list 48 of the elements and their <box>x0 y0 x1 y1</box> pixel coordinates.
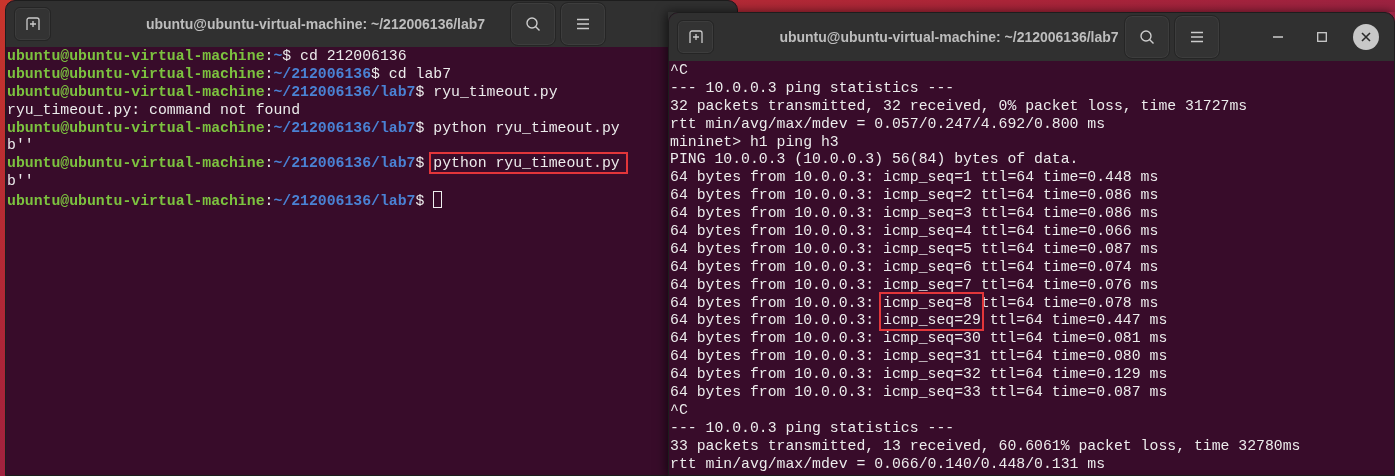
menu-icon <box>1190 31 1204 43</box>
prompt-line: ubuntu@ubuntu-virtual-machine:~$ cd 212006136 <box>7 48 407 66</box>
new-tab-button[interactable] <box>677 20 714 54</box>
output-line: ^C <box>670 62 688 80</box>
prompt-line: ubuntu@ubuntu-virtual-machine:~/212006136$ cd lab7 <box>7 65 452 84</box>
output-line: 64 bytes from 10.0.0.3: icmp_seq=3 ttl=64 time=0.086 ms <box>670 205 1159 223</box>
menu-icon <box>576 18 590 30</box>
search-button[interactable] <box>1124 15 1170 59</box>
search-icon <box>525 16 541 32</box>
output-line: 64 bytes from 10.0.0.3: icmp_seq=4 ttl=64 time=0.066 ms <box>670 223 1159 241</box>
output-line: 64 bytes from 10.0.0.3: icmp_seq=7 ttl=64 time=0.076 ms <box>670 276 1159 295</box>
prompt-line: ubuntu@ubuntu-virtual-machine:~/212006136/lab7$ <box>7 191 443 209</box>
menu-button[interactable] <box>1174 15 1220 59</box>
output-line: b'' <box>7 137 34 156</box>
output-line: --- 10.0.0.3 ping statistics --- <box>670 419 955 438</box>
prompt-line: ubuntu@ubuntu-virtual-machine:~/212006136/lab7$ ryu_timeout.py <box>7 83 558 102</box>
output-line: rtt min/avg/max/mdev = 0.066/0.140/0.448/0.131 ms <box>670 455 1106 474</box>
output-line: 64 bytes from 10.0.0.3: icmp_seq=33 ttl=64 time=0.087 ms <box>670 384 1168 402</box>
output-line: rtt min/avg/max/mdev = 0.057/0.247/4.692/0.800 ms <box>670 115 1106 134</box>
new-tab-button[interactable] <box>14 7 51 41</box>
output-line: 64 bytes from 10.0.0.3: icmp_seq=31 ttl=64 time=0.080 ms <box>670 348 1168 367</box>
output-line: 33 packets transmitted, 13 received, 60.6061% packet loss, time 32780ms <box>670 437 1301 456</box>
output-line: 64 bytes from 10.0.0.3: icmp_seq=29 ttl=64 time=0.447 ms <box>670 312 1168 331</box>
output-line: ryu_timeout.py: command not found <box>7 101 301 120</box>
output-line: 64 bytes from 10.0.0.3: icmp_seq=30 ttl=64 time=0.081 ms <box>670 330 1168 349</box>
output-line: 64 bytes from 10.0.0.3: icmp_seq=1 ttl=64 time=0.448 ms <box>670 169 1159 188</box>
prompt-line: ubuntu@ubuntu-virtual-machine:~/212006136/lab7$ python ryu_timeout.py <box>7 155 620 174</box>
window-title: ubuntu@ubuntu-virtual-machine: ~/212006136/lab7 <box>145 16 486 32</box>
new-tab-icon <box>687 29 704 45</box>
menu-button[interactable] <box>560 2 606 46</box>
minimize-icon <box>1273 36 1283 38</box>
output-line: mininet> h1 ping h3 <box>670 133 839 152</box>
search-icon <box>1139 29 1155 45</box>
output-line: PING 10.0.0.3 (10.0.0.3) 56(84) bytes of data. <box>670 151 1079 170</box>
output-line: 64 bytes from 10.0.0.3: icmp_seq=32 ttl=64 time=0.129 ms <box>670 366 1168 385</box>
output-line: b'' <box>7 173 34 192</box>
search-button[interactable] <box>510 2 556 46</box>
close-icon <box>1361 32 1371 42</box>
output-line: ^C <box>670 401 688 420</box>
output-line: --- 10.0.0.3 ping statistics --- <box>670 79 955 98</box>
prompt-line: ubuntu@ubuntu-virtual-machine:~/212006136/lab7$ python ryu_timeout.py <box>7 119 620 138</box>
output-line: 64 bytes from 10.0.0.3: icmp_seq=2 ttl=64 time=0.086 ms <box>670 187 1159 206</box>
maximize-icon <box>1317 32 1327 42</box>
output-line: 64 bytes from 10.0.0.3: icmp_seq=6 ttl=64 time=0.074 ms <box>670 258 1159 277</box>
output-line: 32 packets transmitted, 32 received, 0% packet loss, time 31727ms <box>670 97 1248 116</box>
output-line: 64 bytes from 10.0.0.3: icmp_seq=5 ttl=64 time=0.087 ms <box>670 240 1159 259</box>
new-tab-icon <box>24 16 41 32</box>
window-title: ubuntu@ubuntu-virtual-machine: ~/212006136/lab7 <box>779 29 1119 45</box>
